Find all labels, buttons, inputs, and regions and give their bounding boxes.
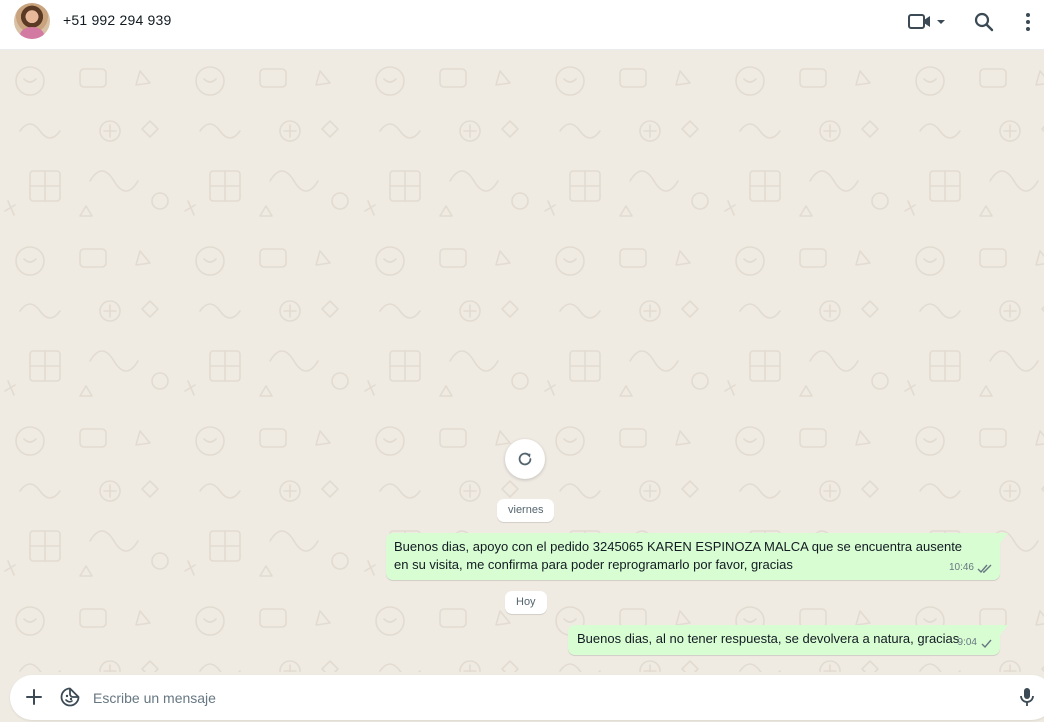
message-text: Buenos dias, apoyo con el pedido 3245065… [394, 539, 963, 572]
outgoing-message[interactable]: Buenos dias, apoyo con el pedido 3245065… [386, 533, 1008, 580]
plus-icon[interactable] [23, 686, 45, 708]
chat-header: +51 992 294 939 [0, 0, 1044, 50]
contact-name[interactable]: +51 992 294 939 [63, 12, 172, 28]
search-icon[interactable] [972, 10, 996, 34]
date-divider: Hoy [505, 591, 547, 614]
message-meta: 10:46 [949, 559, 993, 577]
date-divider: viernes [497, 499, 555, 522]
message-list[interactable]: viernes Buenos dias, apoyo con el pedido… [0, 51, 1044, 672]
single-check-icon [981, 639, 992, 648]
sticker-icon[interactable] [59, 686, 81, 708]
composer-bar [0, 672, 1044, 722]
more-vertical-icon[interactable] [1016, 10, 1040, 34]
composer [10, 675, 1044, 720]
bubble-tail [1000, 625, 1008, 635]
bubble-tail [1000, 533, 1008, 543]
refresh-icon [518, 452, 532, 466]
chevron-down-icon [937, 20, 945, 24]
refresh-button[interactable] [505, 439, 545, 479]
message-time: 10:46 [948, 562, 974, 573]
double-check-icon [977, 564, 992, 573]
message-text: Buenos dias, al no tener respuesta, se d… [577, 631, 960, 646]
message-meta: 9:04 [958, 634, 993, 652]
avatar[interactable] [14, 3, 50, 39]
video-call-icon[interactable] [907, 10, 949, 34]
outgoing-message[interactable]: Buenos dias, al no tener respuesta, se d… [568, 625, 1008, 655]
message-input[interactable] [93, 685, 973, 710]
microphone-icon[interactable] [1016, 686, 1038, 708]
message-time: 9:04 [957, 637, 977, 648]
